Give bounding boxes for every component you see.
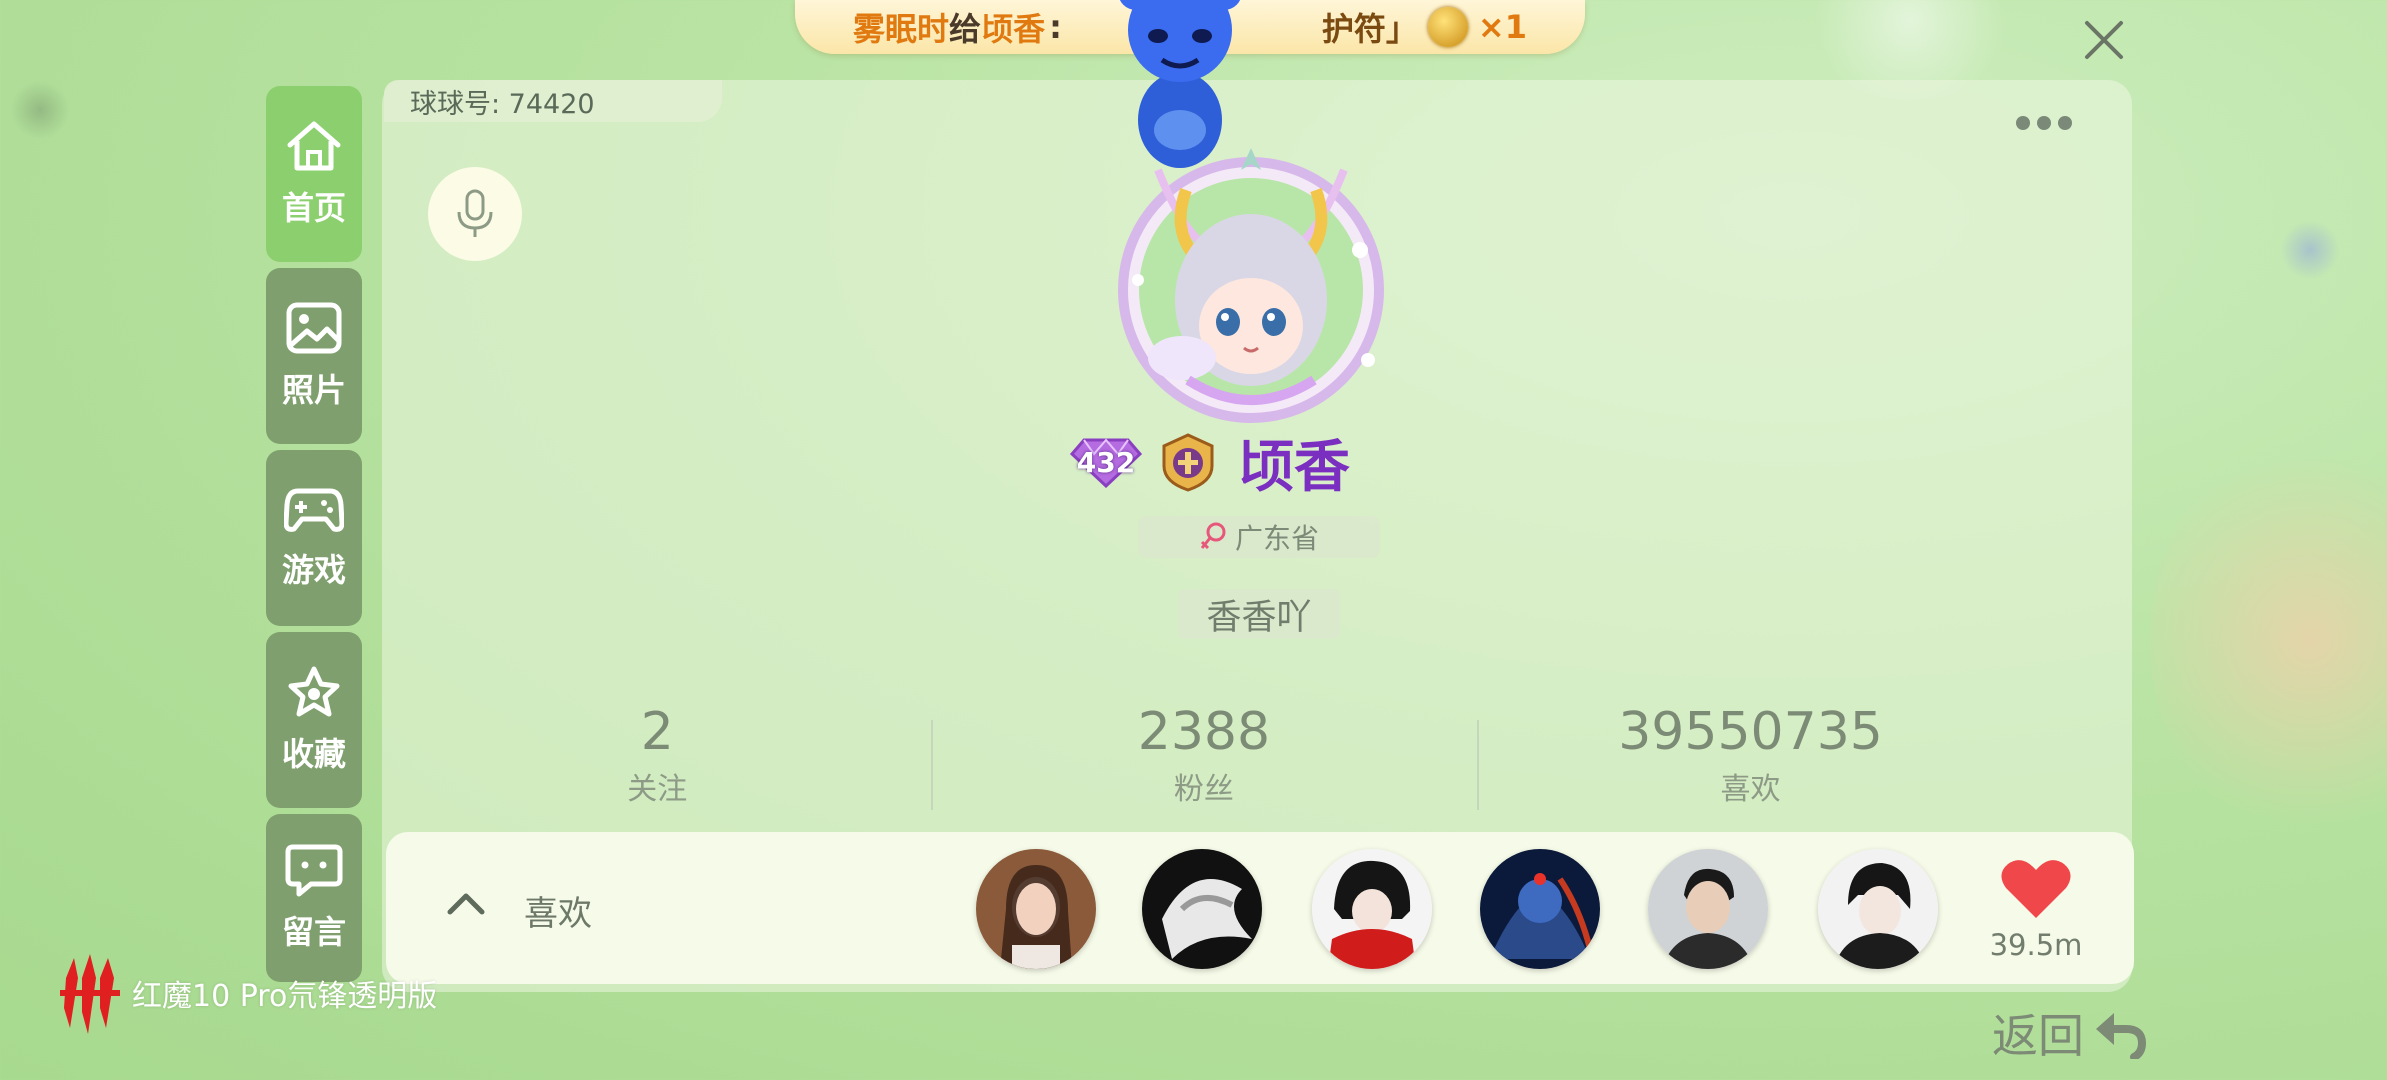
liker-avatar[interactable]: [1312, 849, 1432, 969]
likes-panel: 喜欢 39.5m: [386, 832, 2134, 984]
liker-avatar[interactable]: [1648, 849, 1768, 969]
avatar: [1648, 849, 1768, 969]
device-watermark: 红魔10 Pro氘锋透明版: [56, 948, 437, 1038]
voice-button[interactable]: [428, 167, 522, 261]
stats-row: 2 关注 2388 粉丝 39550735 喜欢: [384, 700, 2024, 810]
photo-icon: [286, 302, 342, 354]
message-icon: [285, 844, 343, 897]
location-tag: 广东省: [1138, 516, 1380, 558]
close-icon: [2085, 21, 2123, 59]
dot-icon: [2016, 116, 2030, 130]
sidebar-item-games[interactable]: 游戏: [266, 450, 362, 626]
stat-following[interactable]: 2 关注: [384, 700, 931, 810]
avatar: [1480, 849, 1600, 969]
sidebar-item-label: 收藏: [281, 735, 346, 773]
dot-icon: [2058, 116, 2072, 130]
close-button[interactable]: [2078, 14, 2130, 66]
avatar: [976, 849, 1096, 969]
banner-verb: 给: [949, 10, 982, 48]
banner-sender: 雾眠时: [853, 10, 950, 48]
heart-icon: [2001, 860, 2071, 918]
banner-count: ×1: [1477, 8, 1527, 46]
avatar: [1142, 849, 1262, 969]
sidebar-item-favorites[interactable]: 收藏: [266, 632, 362, 808]
avatar: [1312, 849, 1432, 969]
stat-value: 2: [640, 702, 674, 762]
like-button[interactable]: 39.5m: [1986, 856, 2086, 962]
liker-avatar[interactable]: [976, 849, 1096, 969]
background-bokeh: [2280, 220, 2340, 280]
sidebar-item-label: 游戏: [281, 551, 346, 589]
more-options-button[interactable]: [2016, 116, 2072, 130]
liker-avatar[interactable]: [1142, 849, 1262, 969]
dot-icon: [2037, 116, 2051, 130]
sidebar-nav: 首页 照片 游戏 收藏 留言: [266, 86, 362, 988]
stat-label: 粉丝: [1173, 772, 1234, 807]
liker-avatar[interactable]: [1480, 849, 1600, 969]
bio-text: 香香吖: [1178, 589, 1340, 639]
stat-value: 2388: [1137, 702, 1271, 762]
stat-label: 喜欢: [1720, 772, 1781, 807]
stat-fans[interactable]: 2388 粉丝: [930, 700, 1478, 810]
amulet-icon: [1427, 7, 1468, 47]
likes-label: 喜欢: [524, 894, 592, 934]
sidebar-item-label: 照片: [281, 371, 346, 409]
home-icon: [287, 121, 341, 171]
sidebar-item-home[interactable]: 首页: [266, 86, 362, 262]
chevron-up-icon[interactable]: [446, 890, 486, 916]
banner-receiver: 顷香: [981, 10, 1046, 48]
nickname: 顷香: [1238, 434, 1350, 500]
background-bokeh: [2150, 430, 2387, 850]
sidebar-item-photos[interactable]: 照片: [266, 268, 362, 444]
microphone-icon: [457, 189, 493, 237]
back-button[interactable]: 返回: [1992, 1000, 2148, 1066]
star-icon: [288, 666, 340, 717]
background-bokeh: [10, 80, 70, 140]
likes-total: 39.5m: [1989, 928, 2083, 962]
sidebar-item-label: 留言: [281, 913, 346, 951]
return-arrow-icon: [2096, 1013, 2147, 1059]
gamepad-icon: [284, 488, 344, 532]
name-row: 432 顷香: [1070, 430, 1350, 500]
back-label: 返回: [1992, 1009, 2084, 1063]
sidebar-item-label: 首页: [281, 189, 346, 227]
ball-id-label: 球球号: 74420: [384, 80, 722, 122]
avatar: [1818, 849, 1938, 969]
female-icon: [1200, 522, 1226, 550]
banner-item: 护符」: [1321, 10, 1418, 48]
level-value: 432: [1076, 445, 1136, 479]
banner-colon: :: [1049, 8, 1062, 46]
stat-likes[interactable]: 39550735 喜欢: [1477, 700, 2024, 810]
watermark-text: 红魔10 Pro氘锋透明版: [132, 979, 438, 1014]
stat-value: 39550735: [1618, 702, 1883, 762]
rank-emblem-icon: [1162, 433, 1214, 492]
location-text: 广东省: [1234, 522, 1319, 555]
stat-label: 关注: [627, 772, 688, 807]
avatar[interactable]: [1098, 130, 1404, 426]
liker-avatar[interactable]: [1818, 849, 1938, 969]
redmagic-logo-icon: [60, 954, 120, 1034]
level-badge: 432: [1070, 436, 1142, 488]
